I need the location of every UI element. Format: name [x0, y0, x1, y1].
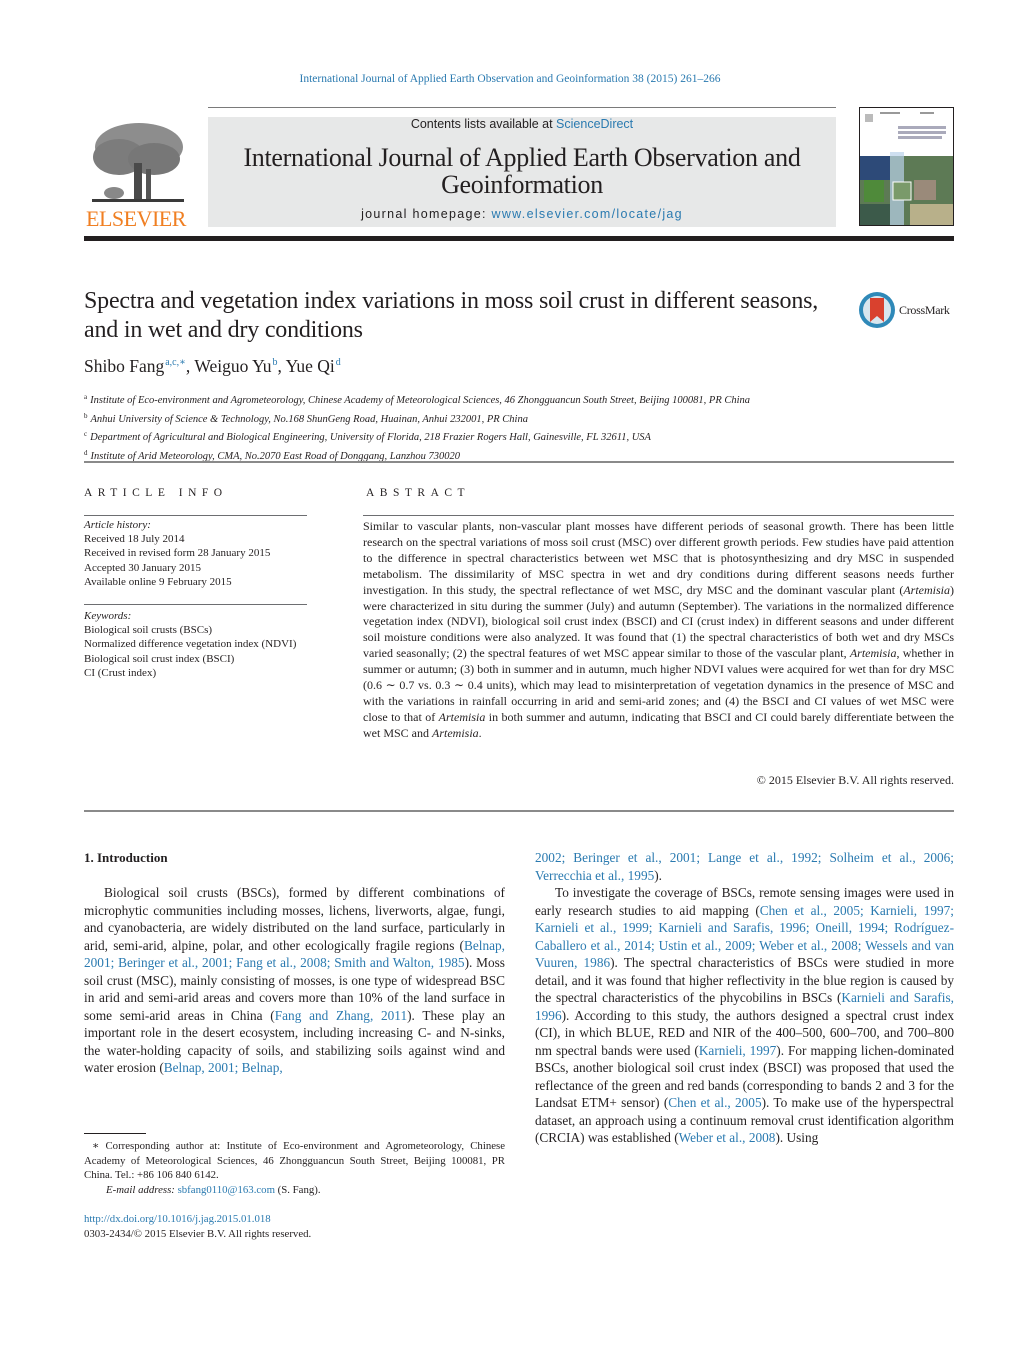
article-title: Spectra and vegetation index variations …: [84, 288, 819, 343]
journal-cover-thumbnail[interactable]: [859, 107, 954, 226]
author-name[interactable]: Shibo Fang: [84, 356, 164, 376]
text-run: Biological soil crusts (BSCs), formed by…: [84, 885, 505, 953]
abstract-divider: [84, 810, 954, 812]
author-affiliation-marks[interactable]: a,c,∗: [165, 357, 186, 368]
abstract-rule: [363, 515, 954, 516]
article-info-rule: [84, 515, 307, 516]
crossmark-icon[interactable]: [857, 290, 897, 330]
issn-line: 0303-2434/© 2015 Elsevier B.V. All right…: [84, 1227, 312, 1240]
citation-link[interactable]: Weber et al., 2008: [679, 1130, 776, 1145]
email-line: E-mail address: sbfang0110@163.com (S. F…: [84, 1183, 505, 1198]
text-run: .: [478, 725, 482, 740]
affiliation-text: Anhui University of Science & Technology…: [90, 413, 528, 425]
keyword[interactable]: Normalized difference vegetation index (…: [84, 637, 299, 651]
author-separator: ,: [277, 356, 286, 376]
email-suffix: (S. Fang).: [274, 1183, 321, 1196]
history-item: Received in revised form 28 January 2015: [84, 547, 271, 560]
affiliation-text: Department of Agricultural and Biologica…: [90, 432, 651, 443]
introduction-heading: 1. Introduction: [84, 850, 168, 865]
citation-link[interactable]: Chen et al., 2005: [668, 1095, 761, 1110]
affiliation-text: Institute of Arid Meteorology, CMA, No.2…: [90, 450, 461, 462]
footnote-rule: [84, 1133, 146, 1134]
author-name[interactable]: Weiguo Yu: [194, 356, 271, 376]
masthead-rule: [208, 107, 836, 108]
corresponding-author-text: ∗ Corresponding author at: Institute of …: [84, 1140, 505, 1181]
corresponding-author-footnote: ∗ Corresponding author at: Institute of …: [84, 1139, 505, 1197]
doi-block: http://dx.doi.org/10.1016/j.jag.2015.01.…: [84, 1212, 311, 1241]
email-label: E-mail address:: [106, 1183, 178, 1196]
keyword[interactable]: Biological soil crust index (BSCI): [84, 652, 299, 666]
affiliation-text: Institute of Eco-environment and Agromet…: [90, 395, 751, 406]
intro-right-column: 2002; Beringer et al., 2001; Lange et al…: [535, 849, 954, 1147]
author-affiliation-marks[interactable]: d: [336, 357, 341, 368]
italic-term: Artemisia: [849, 646, 897, 661]
history-label: Article history:: [84, 519, 151, 531]
abstract-text: Similar to vascular plants, non-vascular…: [363, 519, 954, 742]
article-history: Article history: Received 18 July 2014 R…: [84, 518, 314, 589]
journal-title: International Journal of Applied Earth O…: [243, 143, 801, 199]
keyword[interactable]: CI (Crust index): [84, 666, 299, 680]
crossmark-label[interactable]: CrossMark: [899, 303, 950, 318]
author-list: Shibo Fanga,c,∗, Weiguo Yub, Yue Qid: [84, 356, 341, 377]
abstract-copyright: © 2015 Elsevier B.V. All rights reserved…: [756, 773, 954, 787]
title-divider: [84, 461, 954, 463]
affiliation: a Institute of Eco-environment and Agrome…: [84, 390, 954, 409]
citation-link[interactable]: Belnap, 2001; Belnap,: [164, 1060, 283, 1075]
doi-link[interactable]: http://dx.doi.org/10.1016/j.jag.2015.01.…: [84, 1213, 271, 1225]
affiliation-mark: b: [84, 411, 88, 420]
cover-image-icon: [860, 108, 953, 225]
keywords-rule: [84, 604, 307, 605]
journal-homepage-link[interactable]: www.elsevier.com/locate/jag: [492, 207, 683, 221]
affiliation: b Anhui University of Science & Technolog…: [84, 409, 954, 428]
sciencedirect-link[interactable]: ScienceDirect: [556, 117, 633, 131]
article-info-heading: ARTICLE INFO: [84, 487, 228, 499]
italic-term: Artemisia: [432, 725, 479, 740]
elsevier-wordmark: ELSEVIER: [86, 206, 186, 231]
intro-paragraph: 2002; Beringer et al., 2001; Lange et al…: [535, 849, 954, 884]
history-item: Received 18 July 2014: [84, 533, 185, 546]
text-run: ).: [654, 867, 663, 883]
citation-link[interactable]: Fang and Zhang, 2011: [275, 1008, 407, 1023]
affiliation-mark: a: [84, 393, 88, 401]
intro-paragraph: To investigate the coverage of BSCs, rem…: [535, 884, 954, 1147]
contents-prefix: Contents lists available at: [410, 117, 557, 131]
affiliation-mark: c: [84, 430, 88, 438]
journal-reference[interactable]: International Journal of Applied Earth O…: [0, 73, 1020, 85]
italic-term: Artemisia: [438, 709, 486, 724]
affiliation: c Department of Agricultural and Biologic…: [84, 427, 954, 446]
history-item: Accepted 30 January 2015: [84, 561, 201, 574]
intro-paragraph: Biological soil crusts (BSCs), formed by…: [84, 884, 505, 1077]
intro-left-column: Biological soil crusts (BSCs), formed by…: [84, 884, 505, 1077]
citation-link[interactable]: Karnieli, 1997: [699, 1043, 776, 1058]
homepage-prefix: journal homepage:: [361, 207, 492, 221]
affiliation-mark: d: [84, 448, 88, 457]
keyword[interactable]: Biological soil crusts (BSCs): [84, 623, 299, 637]
abstract-heading: ABSTRACT: [366, 487, 471, 499]
history-item: Available online 9 February 2015: [84, 575, 232, 588]
keywords: Keywords: Biological soil crusts (BSCs) …: [84, 609, 299, 680]
homepage-line: journal homepage: www.elsevier.com/locat…: [208, 207, 836, 221]
affiliations: a Institute of Eco-environment and Agrome…: [84, 390, 954, 464]
text-run: ). Using: [775, 1130, 819, 1145]
header-divider: [84, 236, 954, 241]
keywords-label: Keywords:: [84, 610, 132, 622]
email-link[interactable]: sbfang0110@163.com: [178, 1184, 275, 1196]
citation-link[interactable]: 2002; Beringer et al., 2001; Lange et al…: [535, 850, 954, 883]
contents-line: Contents lists available at ScienceDirec…: [208, 117, 836, 131]
italic-term: Artemisia: [903, 582, 950, 597]
author-name[interactable]: Yue Qi: [286, 356, 335, 376]
text-run: Similar to vascular plants, non-vascular…: [363, 519, 954, 597]
